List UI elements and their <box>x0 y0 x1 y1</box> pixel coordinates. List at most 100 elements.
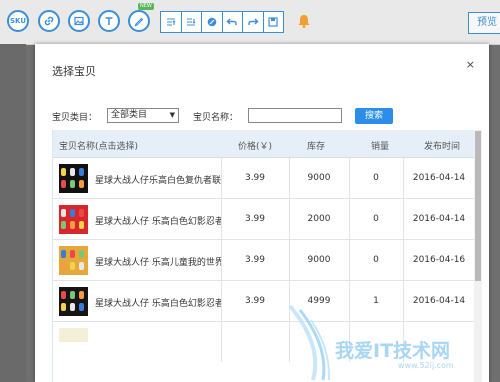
item-price: 3.99 <box>244 173 266 183</box>
link-icon <box>44 16 54 26</box>
item-name[interactable]: 星球大战人仔 乐高白色幻影忍者我 <box>95 296 221 309</box>
select-item-dialog: 选择宝贝 × 宝贝类目： 全部类目 ▼ 宝贝名称： 搜索 宝贝名称(点击选择) … <box>35 44 489 382</box>
thumbnail-figure <box>61 303 66 311</box>
item-stock: 9000 <box>307 173 331 183</box>
bell-icon[interactable] <box>296 13 312 29</box>
undo-button[interactable] <box>223 12 243 32</box>
link-button[interactable] <box>38 10 60 32</box>
col-name-header: 宝贝名称(点击选择) <box>59 142 139 152</box>
item-date: 2016-04-16 <box>412 255 466 265</box>
align-down-icon <box>187 18 196 26</box>
align-down-button[interactable] <box>182 12 202 32</box>
filter-bar: 宝贝类目： 全部类目 ▼ 宝贝名称： 搜索 <box>52 108 472 124</box>
dropdown-arrow-icon: ▼ <box>169 111 175 119</box>
thumbnail-figure <box>79 291 84 299</box>
thumbnail-figure <box>61 262 66 270</box>
category-value: 全部类目 <box>111 110 148 120</box>
item-thumbnail <box>59 205 88 234</box>
thumbnail-figure <box>79 168 84 176</box>
col-stock-header: 库存 <box>307 142 326 152</box>
text-icon <box>105 17 113 25</box>
table-row[interactable]: 星球大战人仔 乐高白色幻影忍者我 3.99 2000 0 2016-04-14 <box>53 199 475 240</box>
item-name-input[interactable] <box>248 108 342 123</box>
thumbnail-figure <box>70 250 75 258</box>
item-name[interactable]: 星球大战人仔 乐高儿童我的世界拼 <box>95 255 221 268</box>
col-price-header: 价格(￥) <box>238 142 273 152</box>
item-thumbnail <box>59 287 88 316</box>
align-up-icon <box>166 18 176 26</box>
thumbnail-figure <box>61 168 66 176</box>
thumbnail-figure <box>61 221 66 229</box>
thumbnail-figure <box>79 180 84 188</box>
item-name[interactable]: 星球大战人仔乐高白色复仇者联盟 <box>95 173 221 186</box>
thumbnail-figure <box>70 209 75 217</box>
save-icon <box>268 17 278 27</box>
thumbnail-figure <box>70 221 75 229</box>
table-row[interactable]: 星球大战人仔乐高白色复仇者联盟 3.99 9000 0 2016-04-14 <box>53 158 475 199</box>
thumbnail-figure <box>79 262 84 270</box>
close-icon[interactable]: × <box>466 58 475 71</box>
eraser-icon <box>207 17 217 27</box>
thumbnail-figure <box>70 291 75 299</box>
table-row[interactable]: 星球大战人仔 乐高儿童我的世界拼 3.99 9000 0 2016-04-16 <box>53 240 475 281</box>
sku-button[interactable]: SKU <box>7 10 29 32</box>
item-thumbnail <box>59 164 88 193</box>
item-price: 3.99 <box>244 214 266 224</box>
table-row[interactable]: 星球大战人仔 乐高白色幻影忍者我 3.99 4999 1 2016-04-14 <box>53 281 475 322</box>
sku-label: SKU <box>9 17 27 25</box>
erase-button[interactable] <box>202 12 223 32</box>
thumbnail-figure <box>70 168 75 176</box>
image-button[interactable] <box>68 10 90 32</box>
item-price: 3.99 <box>244 255 266 265</box>
watermark-text: 我爱IT技术网 <box>335 340 451 362</box>
scrollbar-thumb[interactable] <box>475 131 481 281</box>
item-thumbnail <box>59 328 88 342</box>
thumbnail-figure <box>79 250 84 258</box>
pen-button[interactable] <box>128 10 150 32</box>
undo-icon <box>226 18 237 25</box>
col-sales-header: 销量 <box>371 142 390 152</box>
item-price: 3.99 <box>244 296 266 306</box>
item-stock: 9000 <box>307 255 331 265</box>
text-button[interactable] <box>98 10 120 32</box>
redo-icon <box>248 18 259 25</box>
pen-icon <box>134 17 144 27</box>
thumbnail-figure <box>70 303 75 311</box>
thumbnail-figure <box>61 209 66 217</box>
item-sales: 0 <box>373 255 379 265</box>
item-date: 2016-04-14 <box>412 173 466 183</box>
item-name-label: 宝贝名称： <box>193 113 239 123</box>
table-header: 宝贝名称(点击选择) 价格(￥) 库存 销量 发布时间 <box>53 130 475 158</box>
dialog-title: 选择宝贝 <box>52 65 96 78</box>
thumbnail-figure <box>61 250 66 258</box>
thumbnail-figure <box>70 180 75 188</box>
item-stock: 4999 <box>307 296 331 306</box>
item-name[interactable]: 星球大战人仔 乐高白色幻影忍者我 <box>95 214 221 227</box>
item-sales: 0 <box>373 214 379 224</box>
search-button[interactable]: 搜索 <box>355 108 393 124</box>
canvas-overlay <box>0 44 26 382</box>
thumbnail-figure <box>61 180 66 188</box>
thumbnail-figure <box>61 291 66 299</box>
item-thumbnail <box>59 246 88 275</box>
align-up-button[interactable] <box>161 12 182 32</box>
category-select[interactable]: 全部类目 ▼ <box>107 108 179 123</box>
redo-button[interactable] <box>243 12 264 32</box>
item-date: 2016-04-14 <box>412 296 466 306</box>
editor-toolbar: SKU NEW 预览 <box>0 0 500 45</box>
thumbnail-figure <box>70 262 75 270</box>
item-date: 2016-04-14 <box>412 214 466 224</box>
thumbnail-figure <box>79 303 84 311</box>
col-divider <box>221 322 222 362</box>
category-label: 宝贝类目： <box>52 113 98 123</box>
edit-tool-group <box>160 11 284 33</box>
preview-label: 预览 <box>477 17 497 28</box>
col-divider <box>289 322 290 362</box>
thumbnail-figure <box>79 221 84 229</box>
preview-button[interactable]: 预览 <box>468 12 500 34</box>
image-icon <box>74 16 84 26</box>
col-date-header: 发布时间 <box>424 142 461 152</box>
item-stock: 2000 <box>307 214 331 224</box>
thumbnail-figure <box>79 209 84 217</box>
save-button[interactable] <box>264 12 284 32</box>
